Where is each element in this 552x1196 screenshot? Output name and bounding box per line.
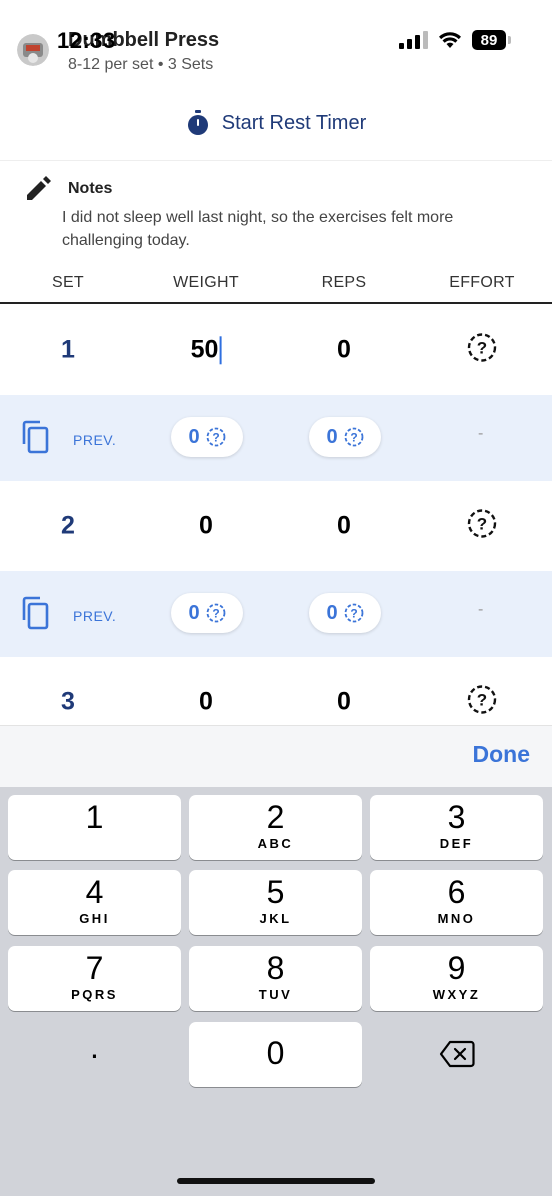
- key-digit: 1: [85, 799, 104, 835]
- copy-icon[interactable]: [20, 596, 50, 635]
- effort-question-icon: ?: [206, 427, 225, 447]
- battery-icon: 89: [472, 30, 511, 50]
- key-digit: 9: [447, 950, 466, 986]
- pencil-icon: [24, 174, 52, 207]
- prev-reps-value: 0: [326, 425, 338, 448]
- status-icons: 89: [399, 30, 511, 50]
- done-button[interactable]: Done: [473, 741, 531, 768]
- key-2[interactable]: 2 ABC: [189, 795, 362, 860]
- key-digit: 8: [266, 950, 285, 986]
- key-4[interactable]: 4 GHI: [8, 870, 181, 935]
- notes-title: Notes: [68, 180, 113, 197]
- start-rest-timer-label: Start Rest Timer: [221, 111, 367, 134]
- key-9[interactable]: 9 WXYZ: [370, 946, 543, 1011]
- key-digit: 7: [85, 950, 104, 986]
- key-letters: MNO: [437, 911, 476, 926]
- effort-question-icon: ?: [206, 603, 225, 623]
- svg-text:?: ?: [212, 431, 219, 445]
- text-cursor: [219, 336, 222, 365]
- key-digit: 3: [447, 799, 466, 835]
- key-6[interactable]: 6 MNO: [370, 870, 543, 935]
- key-digit: 2: [266, 799, 285, 835]
- effort-question-icon[interactable]: ?: [467, 685, 497, 720]
- notes-text: I did not sleep well last night, so the …: [62, 209, 454, 249]
- exercise-avatar: [17, 34, 49, 66]
- weight-input[interactable]: 0: [199, 512, 213, 541]
- prev-weight-pill[interactable]: 0 ?: [171, 417, 243, 457]
- divider: [0, 160, 552, 161]
- prev-row: PREV. 0 ? 0 ? -: [0, 395, 552, 481]
- weight-value: 50: [190, 335, 219, 364]
- set-row: 1 50 0 ?: [0, 305, 552, 395]
- key-letters: TUV: [258, 987, 293, 1002]
- start-rest-timer-button[interactable]: Start Rest Timer: [0, 105, 552, 141]
- stopwatch-icon: [187, 110, 208, 135]
- prev-label: PREV.: [73, 432, 117, 448]
- wifi-icon: [439, 32, 461, 48]
- header-reps: REPS: [321, 274, 367, 291]
- key-letters: JKL: [259, 911, 292, 926]
- key-5[interactable]: 5 JKL: [189, 870, 362, 935]
- svg-text:?: ?: [477, 339, 487, 358]
- home-indicator: [177, 1178, 375, 1184]
- key-letters: DEF: [439, 836, 474, 851]
- svg-text:?: ?: [350, 431, 357, 445]
- set-number: 2: [61, 511, 75, 540]
- key-digit: 0: [266, 1035, 285, 1071]
- cellular-signal-icon: [399, 31, 428, 49]
- set-row: 2 0 0 ?: [0, 481, 552, 571]
- key-7[interactable]: 7 PQRS: [8, 946, 181, 1011]
- reps-input[interactable]: 0: [337, 512, 351, 541]
- table-header: SET WEIGHT REPS EFFORT: [0, 272, 552, 304]
- backspace-icon: [439, 1040, 475, 1068]
- key-1[interactable]: 1: [8, 795, 181, 860]
- key-digit: 6: [447, 874, 466, 910]
- status-time: 12:33: [57, 28, 116, 53]
- effort-question-icon[interactable]: ?: [467, 509, 497, 544]
- key-letters: GHI: [79, 911, 110, 926]
- prev-weight-pill[interactable]: 0 ?: [171, 593, 243, 633]
- effort-question-icon[interactable]: ?: [467, 333, 497, 368]
- key-digit: 4: [85, 874, 104, 910]
- key-digit: .: [90, 1029, 99, 1065]
- key-3[interactable]: 3 DEF: [370, 795, 543, 860]
- weight-input[interactable]: 0: [199, 688, 213, 717]
- svg-text:?: ?: [350, 607, 357, 621]
- effort-question-icon: ?: [344, 427, 363, 447]
- reps-input[interactable]: 0: [337, 336, 351, 365]
- key-decimal[interactable]: .: [8, 1022, 181, 1087]
- key-letters: WXYZ: [432, 987, 481, 1002]
- prev-effort-value: -: [478, 425, 484, 442]
- svg-text:?: ?: [477, 515, 487, 534]
- svg-text:?: ?: [212, 607, 219, 621]
- prev-reps-value: 0: [326, 601, 338, 624]
- key-letters: ABC: [257, 836, 294, 851]
- exercise-subtitle: 8-12 per set • 3 Sets: [68, 56, 214, 73]
- svg-text:?: ?: [477, 691, 487, 710]
- prev-label: PREV.: [73, 608, 117, 624]
- header-effort: EFFORT: [449, 274, 515, 291]
- prev-weight-value: 0: [188, 425, 200, 448]
- prev-reps-pill[interactable]: 0 ?: [309, 417, 381, 457]
- backspace-key[interactable]: [370, 1022, 543, 1087]
- weight-input[interactable]: 50: [190, 335, 222, 365]
- key-letters: PQRS: [71, 987, 118, 1002]
- key-digit: 5: [266, 874, 285, 910]
- effort-question-icon: ?: [344, 603, 363, 623]
- set-number: 3: [61, 687, 75, 716]
- header-weight: WEIGHT: [173, 274, 239, 291]
- prev-effort-value: -: [478, 601, 484, 618]
- keyboard-accessory-bar: Done: [0, 725, 552, 787]
- copy-icon[interactable]: [20, 420, 50, 459]
- prev-row: PREV. 0 ? 0 ? -: [0, 571, 552, 657]
- reps-input[interactable]: 0: [337, 688, 351, 717]
- prev-reps-pill[interactable]: 0 ?: [309, 593, 381, 633]
- header-set: SET: [51, 274, 85, 291]
- key-0[interactable]: 0: [189, 1022, 362, 1087]
- prev-weight-value: 0: [188, 601, 200, 624]
- key-8[interactable]: 8 TUV: [189, 946, 362, 1011]
- numeric-keypad: 1 2 ABC 3 DEF 4 GHI 5 JKL 6 MNO 7 PQRS 8 TUV 9W…: [0, 787, 552, 1196]
- set-number: 1: [61, 335, 75, 364]
